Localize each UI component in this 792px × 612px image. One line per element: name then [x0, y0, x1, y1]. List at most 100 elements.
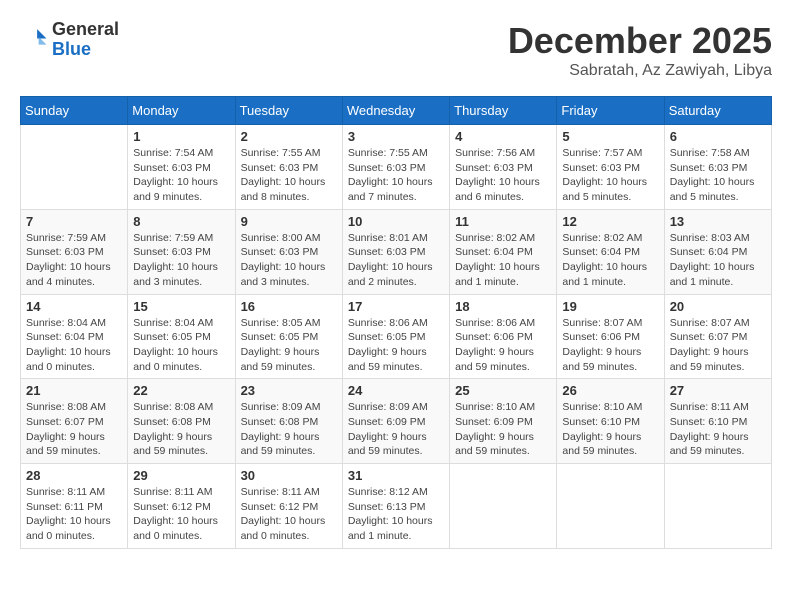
- cell-content: Sunrise: 7:55 AM Sunset: 6:03 PM Dayligh…: [241, 146, 337, 205]
- day-number: 26: [562, 383, 658, 398]
- cell-content: Sunrise: 7:59 AM Sunset: 6:03 PM Dayligh…: [26, 231, 122, 290]
- day-number: 11: [455, 214, 551, 229]
- day-number: 13: [670, 214, 766, 229]
- weekday-header: Tuesday: [235, 97, 342, 125]
- calendar-cell: 28 Sunrise: 8:11 AM Sunset: 6:11 PM Dayli…: [21, 464, 128, 549]
- day-number: 7: [26, 214, 122, 229]
- day-number: 22: [133, 383, 229, 398]
- calendar-cell: 2Sunrise: 7:55 AM Sunset: 6:03 PM Daylig…: [235, 125, 342, 210]
- calendar-cell: 27 Sunrise: 8:11 AM Sunset: 6:10 PM Dayli…: [664, 379, 771, 464]
- day-number: 20: [670, 299, 766, 314]
- weekday-header: Friday: [557, 97, 664, 125]
- cell-content: Sunrise: 7:59 AM Sunset: 6:03 PM Dayligh…: [133, 231, 229, 290]
- calendar-week-row: 1 Sunrise: 7:54 AM Sunset: 6:03 PM Daylig…: [21, 125, 772, 210]
- day-number: 28: [26, 468, 122, 483]
- page-header: General Blue December 2025 Sabratah, Az …: [20, 20, 772, 80]
- cell-content: Sunrise: 8:04 AM Sunset: 6:04 PM Dayligh…: [26, 316, 122, 375]
- calendar-cell: 24Sunrise: 8:09 AM Sunset: 6:09 PM Dayli…: [342, 379, 449, 464]
- day-number: 21: [26, 383, 122, 398]
- calendar-cell: 8 Sunrise: 7:59 AM Sunset: 6:03 PM Daylig…: [128, 209, 235, 294]
- cell-content: Sunrise: 8:11 AM Sunset: 6:12 PM Dayligh…: [133, 485, 229, 544]
- cell-content: Sunrise: 8:08 AM Sunset: 6:08 PM Dayligh…: [133, 400, 229, 459]
- cell-content: Sunrise: 7:58 AM Sunset: 6:03 PM Dayligh…: [670, 146, 766, 205]
- cell-content: Sunrise: 8:11 AM Sunset: 6:11 PM Dayligh…: [26, 485, 122, 544]
- calendar-cell: 5 Sunrise: 7:57 AM Sunset: 6:03 PM Daylig…: [557, 125, 664, 210]
- calendar-cell: 9Sunrise: 8:00 AM Sunset: 6:03 PM Daylig…: [235, 209, 342, 294]
- calendar-cell: 10Sunrise: 8:01 AM Sunset: 6:03 PM Dayli…: [342, 209, 449, 294]
- weekday-header: Sunday: [21, 97, 128, 125]
- calendar-cell: 26 Sunrise: 8:10 AM Sunset: 6:10 PM Dayli…: [557, 379, 664, 464]
- day-number: 5: [562, 129, 658, 144]
- day-number: 3: [348, 129, 444, 144]
- cell-content: Sunrise: 8:07 AM Sunset: 6:07 PM Dayligh…: [670, 316, 766, 375]
- calendar-cell: 1 Sunrise: 7:54 AM Sunset: 6:03 PM Daylig…: [128, 125, 235, 210]
- day-number: 29: [133, 468, 229, 483]
- cell-content: Sunrise: 8:12 AM Sunset: 6:13 PM Dayligh…: [348, 485, 444, 544]
- day-number: 4: [455, 129, 551, 144]
- cell-content: Sunrise: 7:57 AM Sunset: 6:03 PM Dayligh…: [562, 146, 658, 205]
- weekday-header: Wednesday: [342, 97, 449, 125]
- calendar-week-row: 28 Sunrise: 8:11 AM Sunset: 6:11 PM Dayli…: [21, 464, 772, 549]
- cell-content: Sunrise: 7:56 AM Sunset: 6:03 PM Dayligh…: [455, 146, 551, 205]
- cell-content: Sunrise: 8:02 AM Sunset: 6:04 PM Dayligh…: [562, 231, 658, 290]
- calendar-cell: 18 Sunrise: 8:06 AM Sunset: 6:06 PM Dayli…: [450, 294, 557, 379]
- day-number: 8: [133, 214, 229, 229]
- calendar-cell: 20 Sunrise: 8:07 AM Sunset: 6:07 PM Dayli…: [664, 294, 771, 379]
- day-number: 27: [670, 383, 766, 398]
- cell-content: Sunrise: 8:04 AM Sunset: 6:05 PM Dayligh…: [133, 316, 229, 375]
- cell-content: Sunrise: 8:10 AM Sunset: 6:10 PM Dayligh…: [562, 400, 658, 459]
- day-number: 23: [241, 383, 337, 398]
- calendar-cell: [664, 464, 771, 549]
- calendar-cell: 22 Sunrise: 8:08 AM Sunset: 6:08 PM Dayli…: [128, 379, 235, 464]
- logo: General Blue: [20, 20, 119, 60]
- cell-content: Sunrise: 8:06 AM Sunset: 6:05 PM Dayligh…: [348, 316, 444, 375]
- day-number: 16: [241, 299, 337, 314]
- calendar-cell: 16Sunrise: 8:05 AM Sunset: 6:05 PM Dayli…: [235, 294, 342, 379]
- cell-content: Sunrise: 8:08 AM Sunset: 6:07 PM Dayligh…: [26, 400, 122, 459]
- calendar-cell: 23Sunrise: 8:09 AM Sunset: 6:08 PM Dayli…: [235, 379, 342, 464]
- weekday-header: Thursday: [450, 97, 557, 125]
- cell-content: Sunrise: 8:11 AM Sunset: 6:10 PM Dayligh…: [670, 400, 766, 459]
- day-number: 25: [455, 383, 551, 398]
- cell-content: Sunrise: 8:10 AM Sunset: 6:09 PM Dayligh…: [455, 400, 551, 459]
- calendar-cell: 13 Sunrise: 8:03 AM Sunset: 6:04 PM Dayli…: [664, 209, 771, 294]
- logo-text: General Blue: [52, 20, 119, 60]
- calendar-cell: 29 Sunrise: 8:11 AM Sunset: 6:12 PM Dayli…: [128, 464, 235, 549]
- weekday-header-row: SundayMondayTuesdayWednesdayThursdayFrid…: [21, 97, 772, 125]
- calendar-cell: 6 Sunrise: 7:58 AM Sunset: 6:03 PM Daylig…: [664, 125, 771, 210]
- title-section: December 2025 Sabratah, Az Zawiyah, Liby…: [508, 20, 772, 80]
- cell-content: Sunrise: 8:06 AM Sunset: 6:06 PM Dayligh…: [455, 316, 551, 375]
- day-number: 15: [133, 299, 229, 314]
- day-number: 1: [133, 129, 229, 144]
- calendar-cell: 14 Sunrise: 8:04 AM Sunset: 6:04 PM Dayli…: [21, 294, 128, 379]
- logo-line1: General: [52, 19, 119, 39]
- month-title: December 2025: [508, 20, 772, 62]
- calendar-cell: 11Sunrise: 8:02 AM Sunset: 6:04 PM Dayli…: [450, 209, 557, 294]
- day-number: 18: [455, 299, 551, 314]
- day-number: 24: [348, 383, 444, 398]
- calendar-week-row: 21 Sunrise: 8:08 AM Sunset: 6:07 PM Dayli…: [21, 379, 772, 464]
- calendar-cell: 31Sunrise: 8:12 AM Sunset: 6:13 PM Dayli…: [342, 464, 449, 549]
- calendar-cell: 4 Sunrise: 7:56 AM Sunset: 6:03 PM Daylig…: [450, 125, 557, 210]
- calendar-cell: [450, 464, 557, 549]
- day-number: 14: [26, 299, 122, 314]
- logo-icon: [20, 26, 48, 54]
- calendar-cell: 30Sunrise: 8:11 AM Sunset: 6:12 PM Dayli…: [235, 464, 342, 549]
- cell-content: Sunrise: 8:00 AM Sunset: 6:03 PM Dayligh…: [241, 231, 337, 290]
- weekday-header: Monday: [128, 97, 235, 125]
- cell-content: Sunrise: 7:55 AM Sunset: 6:03 PM Dayligh…: [348, 146, 444, 205]
- cell-content: Sunrise: 8:01 AM Sunset: 6:03 PM Dayligh…: [348, 231, 444, 290]
- cell-content: Sunrise: 7:54 AM Sunset: 6:03 PM Dayligh…: [133, 146, 229, 205]
- calendar-cell: 19Sunrise: 8:07 AM Sunset: 6:06 PM Dayli…: [557, 294, 664, 379]
- calendar-cell: 12Sunrise: 8:02 AM Sunset: 6:04 PM Dayli…: [557, 209, 664, 294]
- calendar-week-row: 7 Sunrise: 7:59 AM Sunset: 6:03 PM Daylig…: [21, 209, 772, 294]
- day-number: 19: [562, 299, 658, 314]
- calendar-table: SundayMondayTuesdayWednesdayThursdayFrid…: [20, 96, 772, 549]
- cell-content: Sunrise: 8:03 AM Sunset: 6:04 PM Dayligh…: [670, 231, 766, 290]
- calendar-cell: 21 Sunrise: 8:08 AM Sunset: 6:07 PM Dayli…: [21, 379, 128, 464]
- calendar-cell: [557, 464, 664, 549]
- day-number: 6: [670, 129, 766, 144]
- calendar-cell: 17Sunrise: 8:06 AM Sunset: 6:05 PM Dayli…: [342, 294, 449, 379]
- location-title: Sabratah, Az Zawiyah, Libya: [508, 62, 772, 80]
- calendar-cell: 25 Sunrise: 8:10 AM Sunset: 6:09 PM Dayli…: [450, 379, 557, 464]
